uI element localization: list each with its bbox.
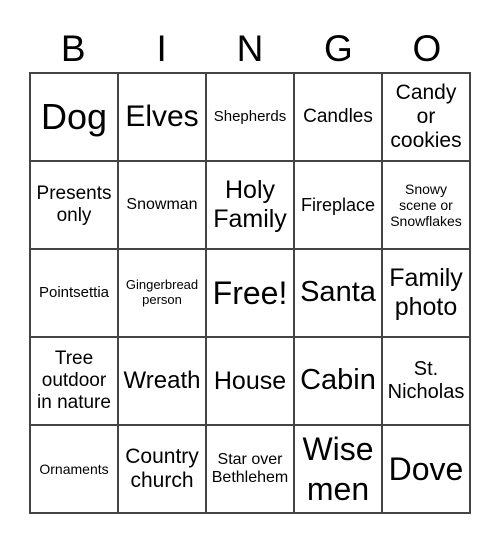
- bingo-cell[interactable]: Cabin: [294, 337, 382, 425]
- header-letter-b: B: [60, 28, 86, 69]
- bingo-cell[interactable]: House: [206, 337, 294, 425]
- bingo-cell[interactable]: St. Nicholas: [382, 337, 470, 425]
- bingo-cell[interactable]: Candy or cookies: [382, 73, 470, 161]
- bingo-cell[interactable]: Tree outdoor in nature: [30, 337, 118, 425]
- bingo-cell[interactable]: Wreath: [118, 337, 206, 425]
- header-letter-g: G: [324, 28, 353, 69]
- bingo-cell[interactable]: Family photo: [382, 249, 470, 337]
- bingo-cell[interactable]: Country church: [118, 425, 206, 513]
- bingo-cell[interactable]: Star over Bethlehem: [206, 425, 294, 513]
- bingo-cell[interactable]: Wise men: [294, 425, 382, 513]
- bingo-cell[interactable]: Shepherds: [206, 73, 294, 161]
- bingo-cell[interactable]: Candles: [294, 73, 382, 161]
- bingo-cell[interactable]: Dog: [30, 73, 118, 161]
- free-space[interactable]: Free!: [206, 249, 294, 337]
- bingo-cell[interactable]: Ornaments: [30, 425, 118, 513]
- bingo-cell[interactable]: Dove: [382, 425, 470, 513]
- bingo-cell[interactable]: Fireplace: [294, 161, 382, 249]
- bingo-grid: Dog Elves Shepherds Candles Candy or coo…: [29, 72, 471, 514]
- bingo-cell[interactable]: Holy Family: [206, 161, 294, 249]
- bingo-cell[interactable]: Pointsettia: [30, 249, 118, 337]
- bingo-cell[interactable]: Elves: [118, 73, 206, 161]
- header-letter-o: O: [412, 28, 442, 69]
- bingo-cell[interactable]: Presents only: [30, 161, 118, 249]
- bingo-cell[interactable]: Snowy scene or Snowflakes: [382, 161, 470, 249]
- bingo-cell[interactable]: Gingerbread person: [118, 249, 206, 337]
- header-letter-i: I: [156, 28, 167, 69]
- bingo-cell[interactable]: Snowman: [118, 161, 206, 249]
- header-letter-n: N: [236, 28, 264, 69]
- bingo-cell[interactable]: Santa: [294, 249, 382, 337]
- bingo-header: B I N G O: [29, 26, 471, 72]
